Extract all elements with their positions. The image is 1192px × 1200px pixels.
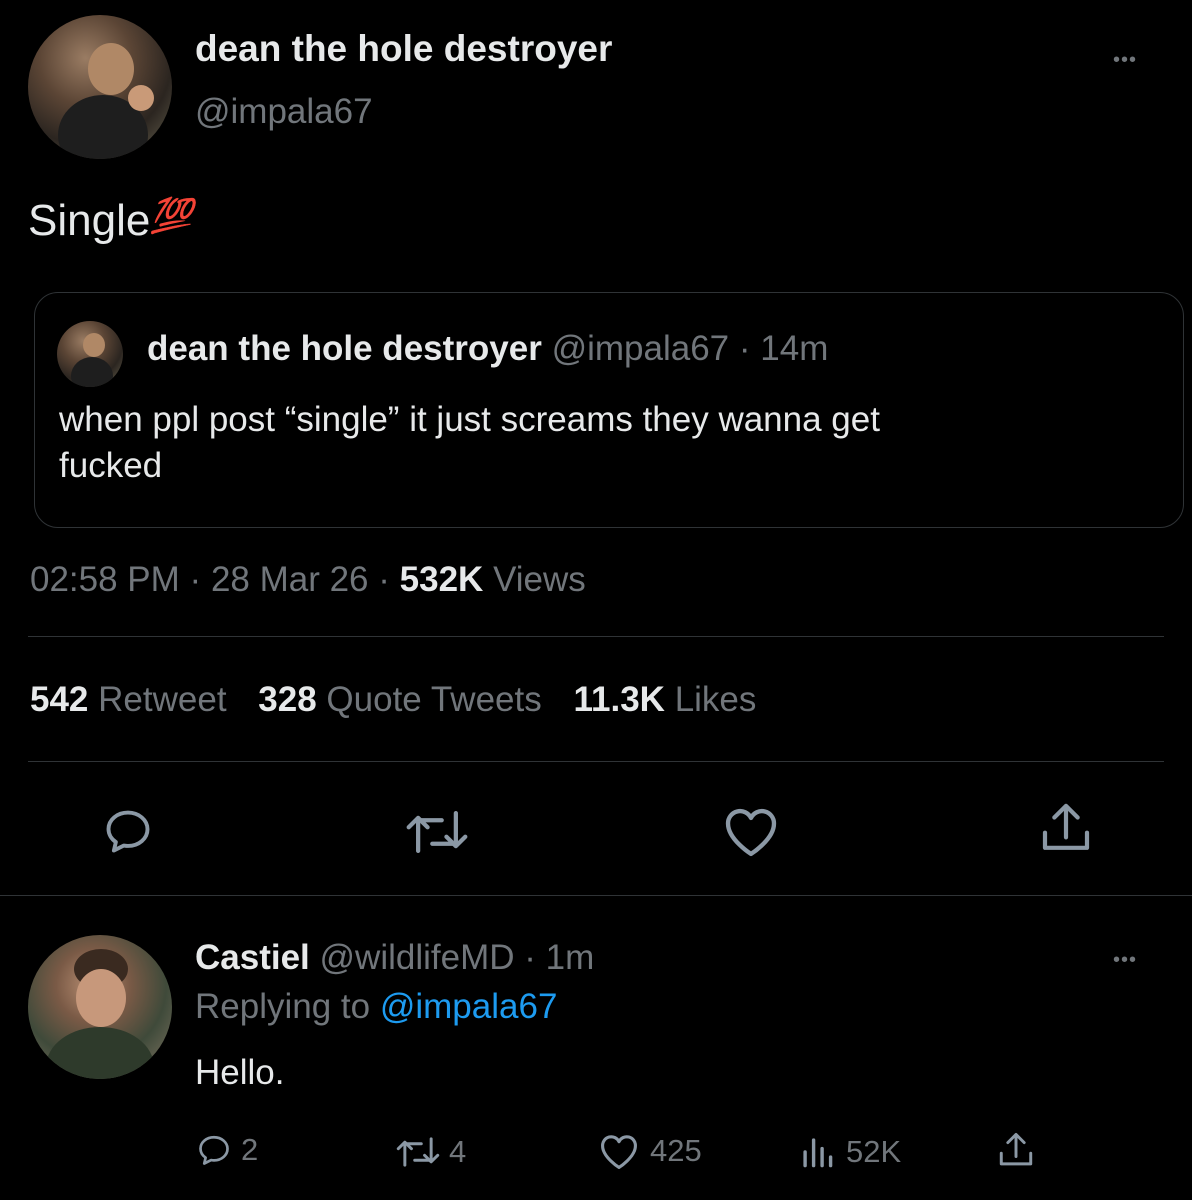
reply-more-icon[interactable]: ••• <box>1113 950 1137 970</box>
retweet-icon <box>395 1135 441 1169</box>
hundred-emoji: 💯 <box>150 197 193 235</box>
quoted-separator: · <box>738 329 751 368</box>
reply-display-name[interactable]: Castiel <box>195 938 310 977</box>
reply-count: 2 <box>241 1132 259 1167</box>
quoted-display-name: dean the hole destroyer <box>147 329 542 368</box>
quoted-handle: @impala67 <box>551 329 730 368</box>
retweets-stat[interactable]: 542 Retweet <box>30 680 236 719</box>
likes-count: 11.3K <box>573 680 665 719</box>
more-icon[interactable]: ••• <box>1113 50 1137 70</box>
divider <box>28 636 1164 637</box>
quoted-text-line-2: fucked <box>59 446 163 485</box>
retweets-count: 542 <box>30 680 89 719</box>
reply-text: Hello. <box>195 1053 285 1092</box>
tweet-text-body: Single <box>28 196 151 245</box>
reply-separator: · <box>524 938 536 977</box>
quoted-tweet-card[interactable]: dean the hole destroyer @impala67 · 14m … <box>34 292 1184 528</box>
author-handle[interactable]: @impala67 <box>195 92 373 132</box>
retweets-label: Retweet <box>98 680 227 719</box>
quotes-stat[interactable]: 328 Quote Tweets <box>258 680 551 719</box>
quoted-header: dean the hole destroyer @impala67 · 14m <box>147 329 828 369</box>
views-icon <box>800 1135 834 1169</box>
divider <box>0 895 1192 896</box>
views-count: 52K <box>846 1134 902 1169</box>
views-count: 532K <box>399 560 484 599</box>
quoted-text-line-1: when ppl post “single” it just screams t… <box>59 400 880 439</box>
tweet-time: 02:58 PM <box>30 560 180 599</box>
replying-to: Replying to @impala67 <box>195 987 557 1027</box>
tweet-date: 28 Mar 26 <box>210 560 369 599</box>
quotes-count: 328 <box>258 680 317 719</box>
author-display-name[interactable]: dean the hole destroyer <box>195 28 612 70</box>
meta-separator: · <box>378 560 390 599</box>
reply-header: Castiel @wildlifeMD · 1m <box>195 938 594 978</box>
views-label: Views <box>493 560 586 599</box>
reply-action-reply[interactable]: 2 <box>195 1132 258 1168</box>
meta-separator: · <box>189 560 202 599</box>
reply-action-like[interactable]: 425 <box>598 1132 702 1170</box>
tweet-meta: 02:58 PM · 28 Mar 26 · 532K Views <box>30 560 586 600</box>
likes-stat[interactable]: 11.3K Likes <box>573 680 756 719</box>
retweet-icon[interactable] <box>404 808 470 856</box>
reply-avatar[interactable] <box>28 935 172 1079</box>
reply-handle[interactable]: @wildlifeMD <box>320 938 515 977</box>
replying-prefix: Replying to <box>195 987 371 1026</box>
quoted-avatar <box>57 321 123 387</box>
quotes-label: Quote Tweets <box>326 680 542 719</box>
likes-label: Likes <box>674 680 757 719</box>
divider <box>28 761 1164 762</box>
retweet-count: 4 <box>449 1134 467 1169</box>
like-count: 425 <box>650 1133 702 1168</box>
reply-time: 1m <box>545 938 595 977</box>
tweet-text: Single💯 <box>28 196 193 246</box>
share-icon[interactable] <box>1040 800 1092 856</box>
reply-icon <box>195 1132 233 1168</box>
quoted-time: 14m <box>760 329 829 368</box>
reply-icon[interactable] <box>100 805 156 857</box>
reply-action-views[interactable]: 52K <box>800 1134 901 1170</box>
replying-handle-link[interactable]: @impala67 <box>380 987 558 1026</box>
tweet-stats: 542 Retweet 328 Quote Tweets 11.3K Likes <box>30 680 756 720</box>
like-icon <box>598 1132 640 1170</box>
quoted-text: when ppl post “single” it just screams t… <box>59 397 880 489</box>
like-icon[interactable] <box>722 804 780 858</box>
share-icon[interactable] <box>998 1130 1034 1170</box>
author-avatar[interactable] <box>28 15 172 159</box>
reply-action-retweet[interactable]: 4 <box>395 1134 466 1170</box>
